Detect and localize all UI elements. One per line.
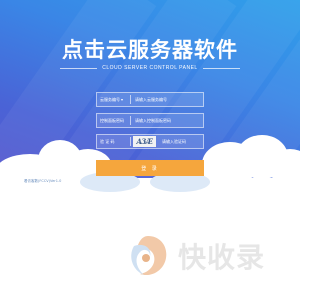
divider-line — [60, 67, 98, 69]
server-number-field[interactable]: 云服务编号 ▾ 请输入云服务编号 — [96, 92, 204, 107]
server-number-input[interactable]: 请输入云服务编号 — [131, 97, 203, 103]
server-number-label: 云服务编号 ▾ — [97, 97, 130, 103]
page-subtitle: CLOUD SERVER CONTROL PANEL — [102, 65, 198, 71]
subtitle-row: CLOUD SERVER CONTROL PANEL — [60, 63, 240, 73]
hero-background: 点击云服务器软件 CLOUD SERVER CONTROL PANEL 云服务编… — [0, 0, 300, 195]
login-button[interactable]: 登 录 — [96, 160, 204, 176]
password-field[interactable]: 控制面板密码 请输入控制面板密码 — [96, 113, 204, 128]
captcha-field[interactable]: 验 证 码 A3Æ 请输入验证码 — [96, 134, 204, 149]
password-label: 控制面板密码 — [100, 117, 124, 123]
watermark-logo-icon — [131, 236, 167, 276]
field-divider — [130, 137, 131, 146]
captcha-input[interactable]: 请输入验证码 — [160, 139, 203, 145]
page-title: 点击云服务器软件 — [62, 38, 238, 62]
login-page: 点击云服务器软件 CLOUD SERVER CONTROL PANEL 云服务编… — [0, 0, 300, 300]
server-number-label-text: 云服务编号 — [100, 96, 120, 102]
version-text: 看访客数(FCCV)Ver1.0 — [24, 179, 62, 183]
watermark: 快收录 — [124, 232, 265, 280]
password-input[interactable]: 请输入控制面板密码 — [131, 118, 203, 124]
chevron-down-icon[interactable]: ▾ — [121, 97, 123, 102]
captcha-image[interactable]: A3Æ — [133, 136, 156, 147]
divider-line — [202, 67, 240, 69]
captcha-label: 验 证 码 — [100, 138, 115, 144]
watermark-text: 快收录 — [178, 241, 266, 274]
